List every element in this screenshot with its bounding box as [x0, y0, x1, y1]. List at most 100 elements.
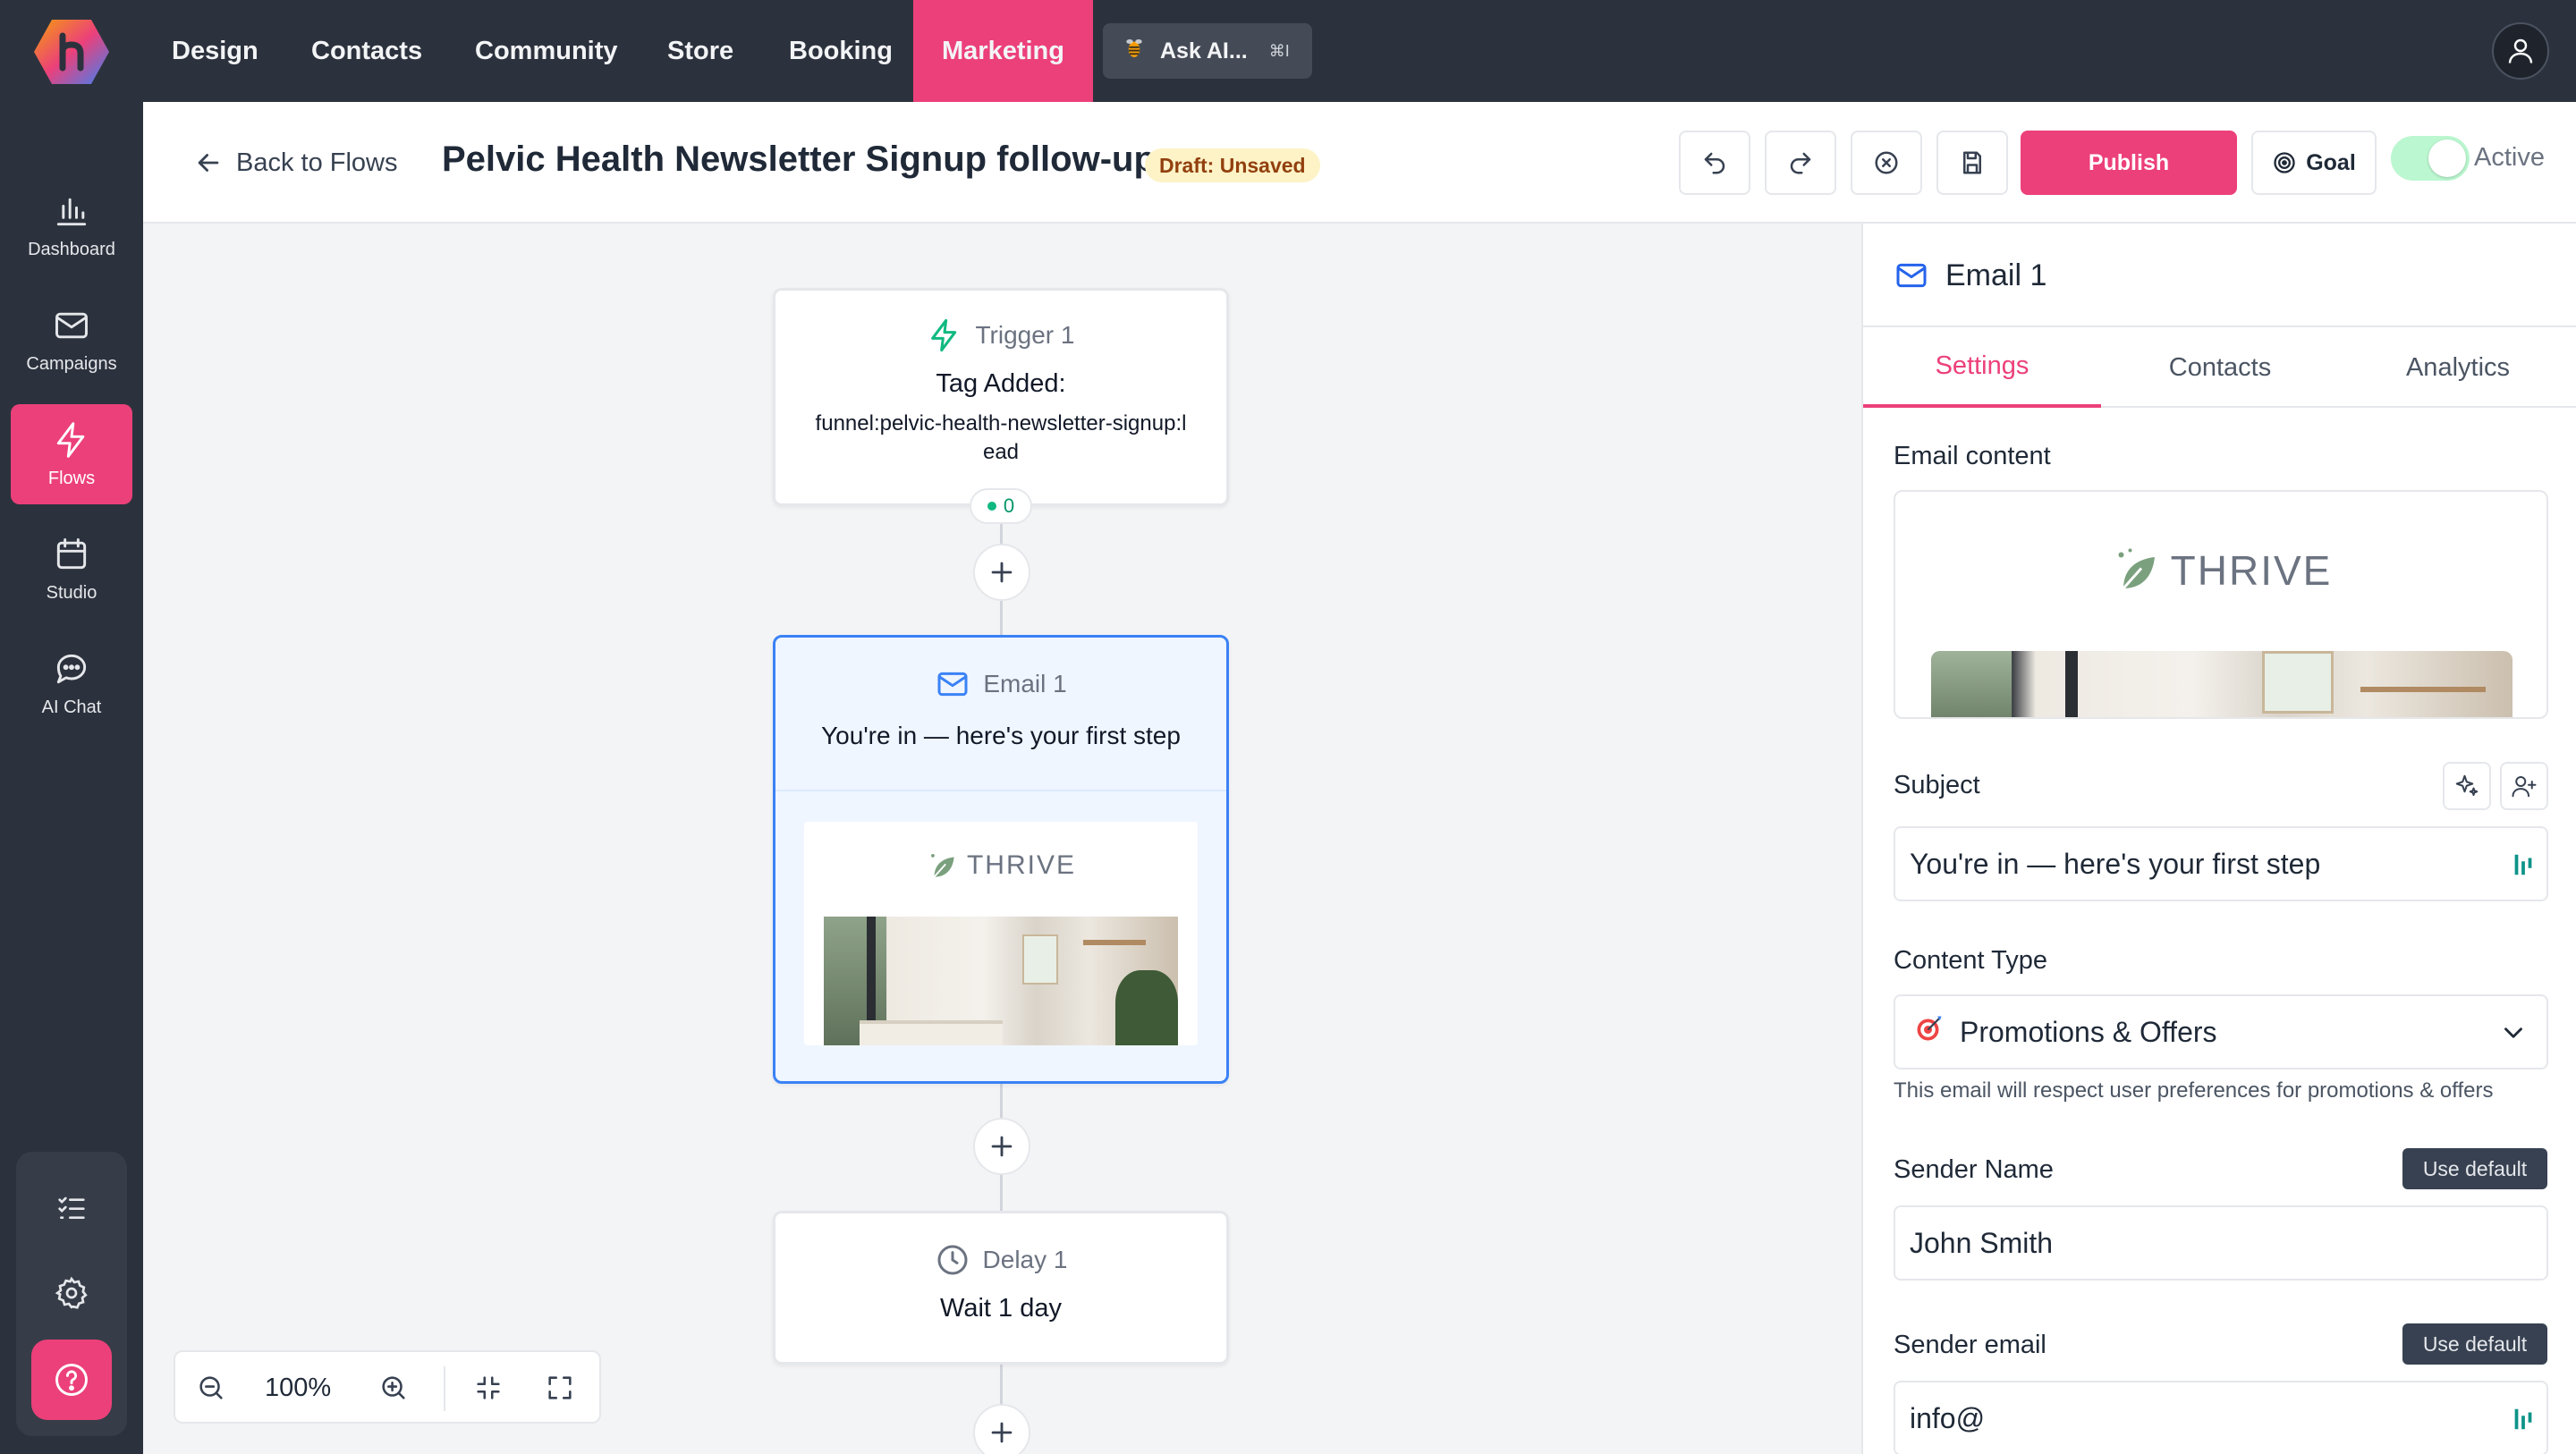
app-logo[interactable]	[32, 16, 111, 88]
sidebar-bottom-group	[16, 1152, 127, 1436]
sidebar-item-label: Dashboard	[28, 239, 115, 259]
gear-icon[interactable]	[49, 1271, 94, 1315]
sender-name-use-default-button[interactable]: Use default	[2402, 1148, 2547, 1189]
add-step-button[interactable]	[973, 1404, 1030, 1454]
sidebar-item-flows[interactable]: Flows	[11, 404, 132, 504]
ai-suggest-button[interactable]	[2443, 762, 2491, 810]
nav-item-marketing[interactable]: Marketing	[913, 0, 1093, 102]
content-type-label: Content Type	[1894, 946, 2047, 975]
goal-label: Goal	[2306, 149, 2356, 175]
page-title: Pelvic Health Newsletter Signup follow-u…	[442, 139, 1156, 179]
user-avatar-button[interactable]	[2492, 22, 2549, 80]
content-type-select[interactable]: Promotions & Offers	[1894, 994, 2548, 1069]
add-step-button[interactable]	[973, 544, 1030, 601]
divider	[775, 790, 1226, 791]
zoom-controls: 100%	[174, 1350, 601, 1424]
tab-settings[interactable]: Settings	[1863, 327, 2101, 408]
checklist-icon[interactable]	[49, 1185, 94, 1230]
active-toggle[interactable]	[2391, 136, 2470, 181]
nav-item-booking[interactable]: Booking	[789, 0, 893, 102]
content-type-value: Promotions & Offers	[1960, 1015, 2217, 1048]
sender-name-value: John Smith	[1910, 1226, 2054, 1259]
publish-button[interactable]: Publish	[2021, 131, 2237, 195]
plus-icon	[991, 562, 1013, 583]
discard-button[interactable]	[1851, 131, 1922, 195]
panel-tabs: Settings Contacts Analytics	[1863, 325, 2576, 408]
status-badge: Draft: Unsaved	[1145, 148, 1320, 182]
fit-to-screen-icon[interactable]	[470, 1370, 506, 1406]
zoom-out-icon[interactable]	[193, 1370, 229, 1406]
calendar-icon	[56, 537, 87, 569]
sender-email-value: info@	[1910, 1401, 1986, 1434]
brand-text: THRIVE	[966, 850, 1076, 880]
sidebar-item-ai-chat[interactable]: AI Chat	[11, 633, 132, 733]
trigger-count: 0	[1003, 495, 1015, 517]
active-label: Active	[2474, 143, 2545, 172]
sidebar-item-label: Campaigns	[26, 353, 117, 374]
trigger-title: Trigger 1	[975, 321, 1075, 349]
sender-name-label: Sender Name	[1894, 1155, 2054, 1184]
nav-item-design[interactable]: Design	[172, 0, 258, 102]
nav-item-store[interactable]: Store	[667, 0, 733, 102]
merge-tag-icon[interactable]	[2512, 1406, 2534, 1433]
ask-ai-shortcut: ⌘I	[1268, 41, 1290, 60]
undo-button[interactable]	[1679, 131, 1750, 195]
toggle-knob	[2428, 139, 2466, 177]
help-button[interactable]	[31, 1340, 112, 1420]
email-node-header: Email 1	[775, 666, 1226, 702]
trigger-node-header: Trigger 1	[775, 317, 1226, 353]
dartboard-icon	[1913, 1012, 1945, 1052]
chevron-down-icon	[2504, 1027, 2522, 1038]
sidebar-item-label: AI Chat	[41, 697, 102, 717]
top-nav: Design Contacts Community Store Booking …	[143, 0, 2576, 102]
nav-item-contacts[interactable]: Contacts	[311, 0, 422, 102]
content-type-note: This email will respect user preferences…	[1894, 1078, 2494, 1103]
sidebar-item-campaigns[interactable]: Campaigns	[11, 290, 132, 390]
redo-button[interactable]	[1765, 131, 1836, 195]
panel-title: Email 1	[1945, 258, 2047, 292]
tab-analytics[interactable]: Analytics	[2339, 327, 2576, 408]
clock-icon	[937, 1245, 968, 1275]
goal-button[interactable]: Goal	[2251, 131, 2377, 195]
add-step-button[interactable]	[973, 1118, 1030, 1175]
sidebar-item-studio[interactable]: Studio	[11, 519, 132, 619]
zoom-in-icon[interactable]	[376, 1370, 411, 1406]
sidebar-item-dashboard[interactable]: Dashboard	[11, 175, 132, 275]
email-content-label: Email content	[1894, 442, 2051, 470]
bee-icon	[1121, 35, 1148, 68]
bolt-icon	[931, 318, 957, 352]
nav-item-community[interactable]: Community	[475, 0, 618, 102]
back-to-flows-link[interactable]: Back to Flows	[193, 141, 398, 184]
undo-icon	[1704, 152, 1725, 174]
thrive-logo: THRIVE	[804, 849, 1198, 883]
flow-canvas[interactable]: Trigger 1 Tag Added: funnel:pelvic-healt…	[143, 224, 1861, 1454]
bar-chart-icon	[56, 198, 87, 225]
leaf-icon	[931, 854, 954, 878]
email-hero-image	[824, 917, 1178, 1045]
question-icon	[55, 1364, 88, 1396]
delay-node[interactable]: Delay 1 Wait 1 day	[773, 1211, 1229, 1365]
sender-name-input[interactable]: John Smith	[1894, 1205, 2548, 1281]
thrive-logo: THRIVE	[1895, 544, 2546, 597]
personalize-button[interactable]	[2500, 762, 2548, 810]
sender-email-input[interactable]: info@	[1894, 1381, 2548, 1454]
tab-contacts[interactable]: Contacts	[2101, 327, 2339, 408]
ask-ai-button[interactable]: Ask AI... ⌘I	[1103, 23, 1312, 79]
email-node[interactable]: Email 1 You're in — here's your first st…	[773, 635, 1229, 1084]
subject-input[interactable]: You're in — here's your first step	[1894, 826, 2548, 901]
merge-tag-icon[interactable]	[2512, 851, 2534, 878]
sender-email-use-default-button[interactable]: Use default	[2402, 1323, 2547, 1365]
trigger-type: Tag Added:	[936, 369, 1066, 398]
sidebar-item-label: Studio	[46, 582, 97, 603]
panel-header: Email 1	[1894, 258, 2046, 293]
subject-value: You're in — here's your first step	[1910, 847, 2321, 880]
trigger-node[interactable]: Trigger 1 Tag Added: funnel:pelvic-healt…	[773, 288, 1229, 506]
subject-label: Subject	[1894, 771, 1980, 799]
save-button[interactable]	[1936, 131, 2008, 195]
user-plus-icon	[2512, 776, 2537, 798]
mail-icon	[937, 672, 968, 697]
status-dot	[987, 502, 996, 511]
sender-email-label: Sender email	[1894, 1331, 2046, 1359]
email-content-preview[interactable]: THRIVE	[1894, 490, 2548, 719]
fullscreen-icon[interactable]	[542, 1370, 578, 1406]
